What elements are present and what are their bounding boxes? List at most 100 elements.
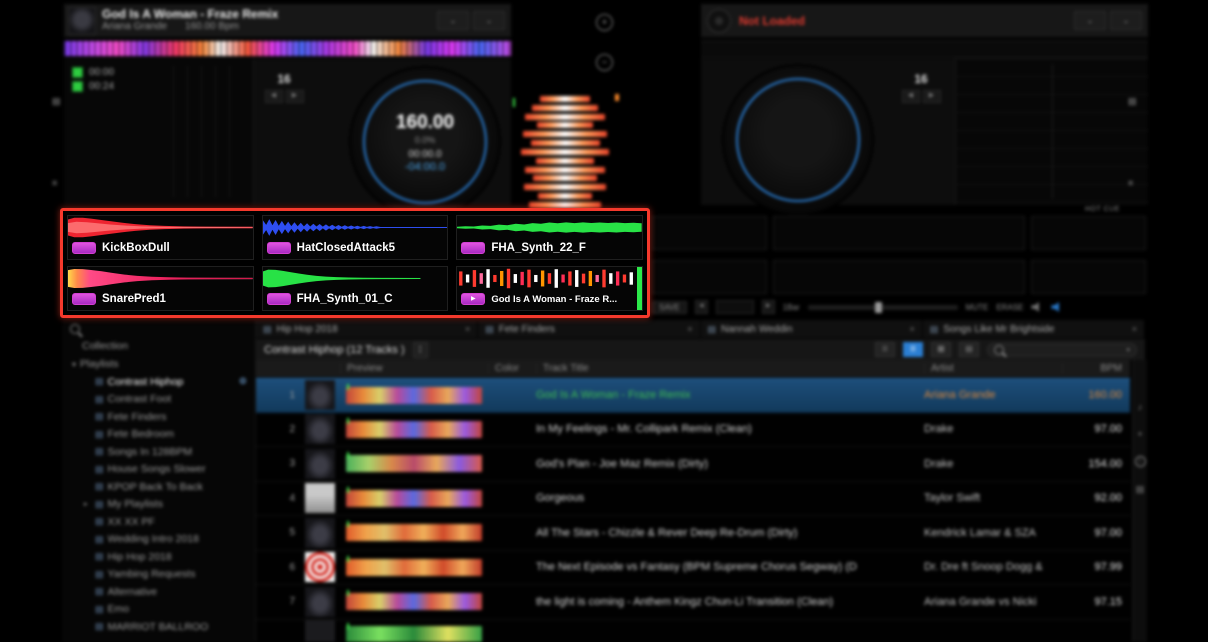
zoom-in-icon[interactable]: + [596, 14, 613, 31]
deck-menu-button[interactable]: ⌄ [1074, 11, 1106, 30]
deck-menu-button[interactable]: ⌄ [437, 11, 469, 30]
sample-slot-4[interactable]: SnarePred1 [67, 266, 254, 311]
tab-close-icon[interactable]: × [687, 324, 692, 334]
preview-waveform[interactable] [346, 455, 482, 472]
bank-next-button[interactable]: ▶ [762, 300, 775, 314]
sample-play-button[interactable] [267, 242, 291, 254]
save-button[interactable]: SAVE [652, 301, 687, 314]
jog-wheel-right[interactable] [722, 64, 874, 216]
sidebar-playlist-item[interactable]: ▸ ▤ Yambing Requests ⚙ [62, 566, 255, 584]
sidebar-group-playlists[interactable]: ▾Playlists [62, 356, 255, 374]
left-panel-toggle-icon[interactable]: ▤ [52, 96, 61, 107]
mute-button[interactable]: MUTE [966, 303, 989, 312]
sample-play-button[interactable] [72, 293, 96, 305]
bank-prev-button[interactable]: ◀ [695, 300, 708, 314]
deck-options-button[interactable]: ⌄ [473, 11, 505, 30]
prepare-icon[interactable]: ♪ [1138, 402, 1143, 412]
empty-sample-cell[interactable] [773, 260, 1025, 294]
column-bpm[interactable]: BPM [1062, 363, 1130, 374]
sidebar-playlist-item[interactable]: ▸ ▤ Wedding Intro 2018 ⚙ [62, 531, 255, 549]
column-title[interactable]: Track Title [536, 363, 924, 374]
preview-waveform[interactable] [346, 524, 482, 541]
gear-icon[interactable]: ⚙ [239, 376, 247, 387]
sidebar-playlist-item[interactable]: ▸ ▤ Contrast Foot ⚙ [62, 391, 255, 409]
sort-stepper[interactable]: ▴▾ [413, 342, 428, 358]
preview-waveform[interactable] [346, 626, 482, 642]
sample-slot-5[interactable]: FHA_Synth_01_C [262, 266, 449, 311]
sidebar-playlist-item[interactable]: ▸ ▤ Emo ⚙ [62, 601, 255, 619]
crate-tab[interactable]: ▤ Songs Like Mr Brightside × [923, 320, 1145, 338]
info-icon[interactable]: i [1135, 456, 1146, 467]
sidebar-item-collection[interactable]: Collection [62, 338, 255, 356]
loop-halve-button[interactable]: ◀ [902, 90, 920, 103]
right-panel-toggle-icon[interactable]: ▤ [1128, 96, 1137, 107]
empty-sample-cell[interactable] [652, 216, 767, 250]
sample-slot-2[interactable]: HatClosedAttack5 [262, 215, 449, 260]
view-list-button[interactable]: ≣ [875, 342, 895, 357]
preview-waveform[interactable] [346, 421, 482, 438]
preview-waveform[interactable] [346, 490, 482, 507]
sampler-volume-slider[interactable] [808, 305, 958, 310]
search-filter-chevron-icon[interactable]: ▾ [1126, 346, 1130, 354]
sidebar-playlist-item[interactable]: ▸ ▤ Fete Bedroom ⚙ [62, 426, 255, 444]
sidebar-playlist-item[interactable]: ▸ ▤ XX XX PF ⚙ [62, 513, 255, 531]
sample-play-button[interactable]: ▶ [461, 293, 485, 305]
sidebar-playlist-item[interactable]: ▸ ▤ MARRIOT BALLROO ⚙ [62, 618, 255, 636]
tab-close-icon[interactable]: × [1132, 324, 1137, 334]
crate-tab[interactable]: ▤ Nannah Weddin × [701, 320, 923, 338]
view-vertical-button[interactable]: ≣ [903, 342, 923, 357]
crate-tab[interactable]: ▤ Fete Finders × [478, 320, 700, 338]
preview-waveform[interactable] [346, 593, 482, 610]
sample-play-button[interactable] [267, 293, 291, 305]
add-icon[interactable]: + [1137, 429, 1142, 439]
empty-sample-cell[interactable] [652, 260, 767, 294]
view-columns-button[interactable]: ▤ [959, 342, 979, 357]
track-row[interactable]: 3 God's Plan - Joe Maz Remix (Dirty) Dra… [256, 447, 1130, 482]
right-panel-toggle-icon[interactable]: ≡ [1128, 178, 1133, 188]
slider-handle[interactable] [875, 302, 882, 313]
library-search-input[interactable]: ▾ [987, 343, 1137, 357]
crate-tab[interactable]: ▤ Hip Hop 2018 × [256, 320, 478, 338]
sidebar-playlist-item[interactable]: ▸ ▤ Alternative ⚙ [62, 583, 255, 601]
column-artist[interactable]: Artist [924, 363, 1062, 374]
loop-halve-button[interactable]: ◀ [265, 90, 283, 103]
loop-double-button[interactable]: ▶ [286, 90, 304, 103]
jog-wheel-left[interactable]: 160.00 0.0% 00:00.0 -04:00.0 [349, 66, 501, 218]
files-icon[interactable]: ▤ [1136, 484, 1145, 495]
search-icon[interactable] [70, 324, 80, 334]
zoom-out-icon[interactable]: − [596, 54, 613, 71]
preview-waveform[interactable] [346, 387, 482, 404]
sidebar-playlist-item[interactable]: ▸ ▤ My Playlists ⚙ [62, 496, 255, 514]
sample-slot-3[interactable]: FHA_Synth_22_F [456, 215, 643, 260]
empty-sample-cell[interactable] [1031, 260, 1146, 294]
sidebar-playlist-item[interactable]: ▸ ▤ Songs In 128BPM ⚙ [62, 443, 255, 461]
speaker-active-icon[interactable] [1051, 301, 1063, 313]
speaker-icon[interactable] [1031, 301, 1043, 313]
deck-options-button[interactable]: ⌄ [1110, 11, 1142, 30]
empty-sample-cell[interactable] [773, 216, 1025, 250]
sidebar-playlist-item[interactable]: ▸ ▤ KPOP Back To Back ⚙ [62, 478, 255, 496]
sample-play-button[interactable] [461, 242, 485, 254]
column-preview[interactable]: Preview [340, 363, 488, 374]
erase-button[interactable]: ERASE [996, 303, 1023, 312]
track-row[interactable]: 2 In My Feelings - Mr. Collipark Remix (… [256, 413, 1130, 448]
sidebar-playlist-item[interactable]: ▸ ▤ House Songs Slower ⚙ [62, 461, 255, 479]
view-artwork-button[interactable]: ▦ [931, 342, 951, 357]
track-row[interactable]: 6 The Next Episode vs Fantasy (BPM Supre… [256, 551, 1130, 586]
sample-slot-6[interactable]: ▶ God Is A Woman - Fraze R... [456, 266, 643, 311]
preview-waveform[interactable] [346, 559, 482, 576]
sample-slot-1[interactable]: KickBoxDull [67, 215, 254, 260]
tab-close-icon[interactable]: × [909, 324, 914, 334]
loop-double-button[interactable]: ▶ [923, 90, 941, 103]
track-row[interactable]: 1 God Is A Woman - Fraze Remix Ariana Gr… [256, 378, 1130, 413]
overview-waveform-empty[interactable] [701, 38, 1148, 59]
track-row[interactable]: 5 All The Stars - Chizzle & Rever Deep R… [256, 516, 1130, 551]
empty-sample-cell[interactable] [1031, 216, 1146, 250]
sidebar-playlist-item[interactable]: ▸ ▤ Fete Finders ⚙ [62, 408, 255, 426]
column-color[interactable]: Color [488, 363, 536, 374]
left-panel-toggle-icon[interactable]: ≡ [52, 178, 57, 188]
tab-close-icon[interactable]: × [465, 324, 470, 334]
track-row[interactable]: 4 Gorgeous Taylor Swift 92.00 [256, 482, 1130, 517]
track-row-partial[interactable] [256, 620, 1130, 642]
sidebar-playlist-item[interactable]: ▸ ▤ Hip Hop 2018 ⚙ [62, 548, 255, 566]
